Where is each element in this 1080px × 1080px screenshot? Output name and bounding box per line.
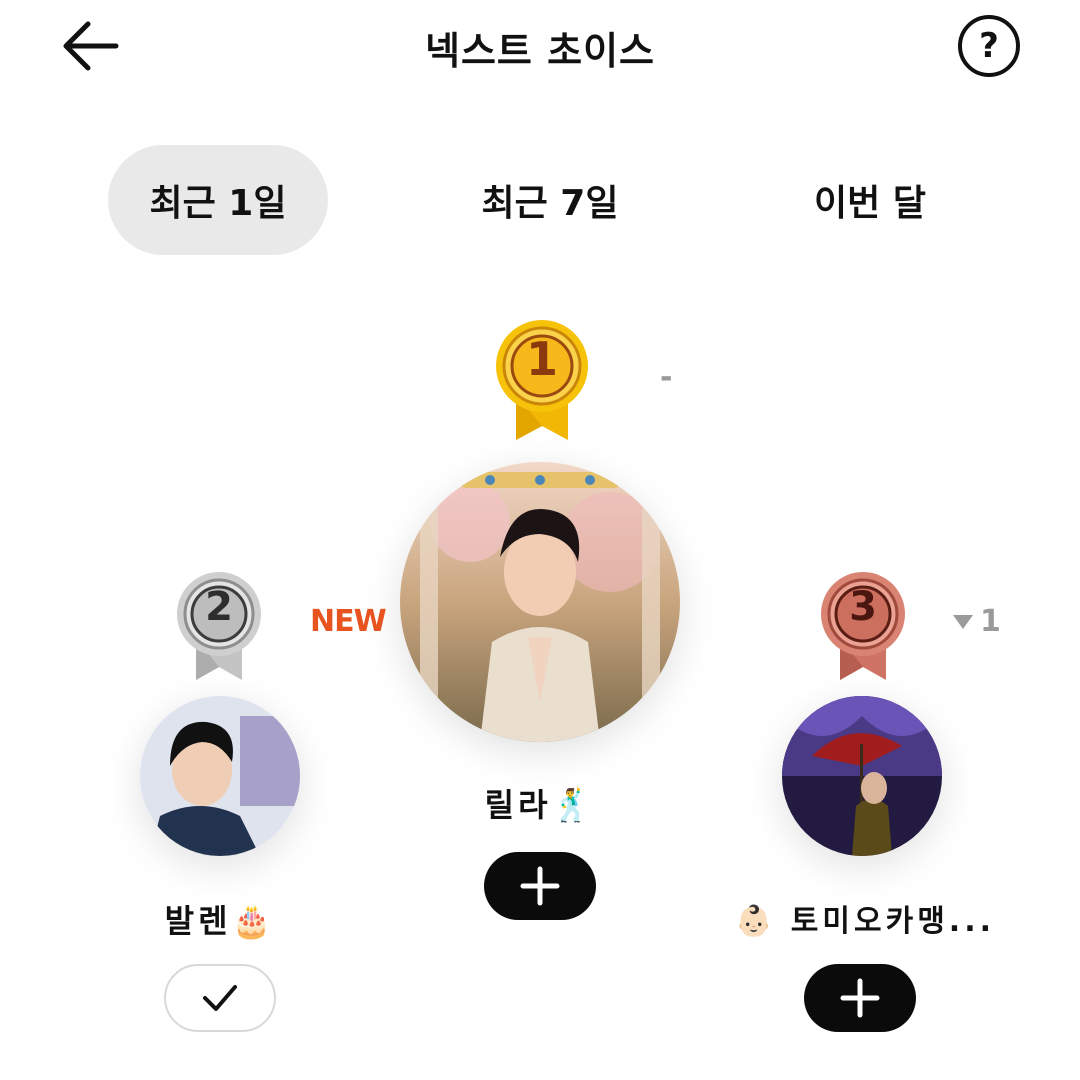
plus-icon (840, 978, 880, 1018)
character-avatar-rank-3[interactable] (782, 696, 942, 856)
avatar-image (140, 696, 300, 856)
character-name-rank-2: 발렌🎂 (164, 902, 276, 940)
check-icon (203, 985, 237, 1011)
rank-1-number: 1 (525, 332, 558, 386)
tab-recent-1-day[interactable]: 최근 1일 (108, 145, 328, 255)
header: 넥스트 초이스 ? (0, 0, 1080, 96)
avatar-image (400, 462, 680, 742)
rank-3-change: 1 (952, 604, 1001, 639)
added-character-button-rank-2[interactable] (164, 964, 276, 1032)
character-avatar-rank-1[interactable] (400, 462, 680, 742)
period-tabs: 최근 1일 최근 7일 이번 달 (0, 145, 1080, 255)
new-badge: NEW (310, 604, 387, 639)
question-icon: ? (979, 26, 999, 66)
help-button[interactable]: ? (958, 15, 1020, 77)
rank-2-number: 2 (205, 584, 233, 630)
rank-1-change: - (660, 360, 673, 395)
tab-recent-7-days[interactable]: 최근 7일 (440, 145, 660, 255)
avatar-image (782, 696, 942, 856)
page-title: 넥스트 초이스 (425, 29, 655, 73)
character-name-rank-3: 👶🏻 토미오카맹... (735, 904, 995, 939)
silver-medal-icon: 2 (174, 570, 264, 682)
triangle-down-icon (953, 614, 973, 629)
plus-icon (520, 866, 560, 906)
bronze-medal-icon: 3 (818, 570, 908, 682)
rank-3-change-value: 1 (980, 604, 1001, 639)
gold-medal-icon: 1 (492, 318, 592, 442)
add-character-button-rank-3[interactable] (804, 964, 916, 1032)
character-avatar-rank-2[interactable] (140, 696, 300, 856)
tab-this-month[interactable]: 이번 달 (760, 145, 980, 255)
add-character-button-rank-1[interactable] (484, 852, 596, 920)
character-name-rank-1: 릴라🕺 (484, 786, 596, 824)
rank-3-number: 3 (849, 584, 877, 630)
